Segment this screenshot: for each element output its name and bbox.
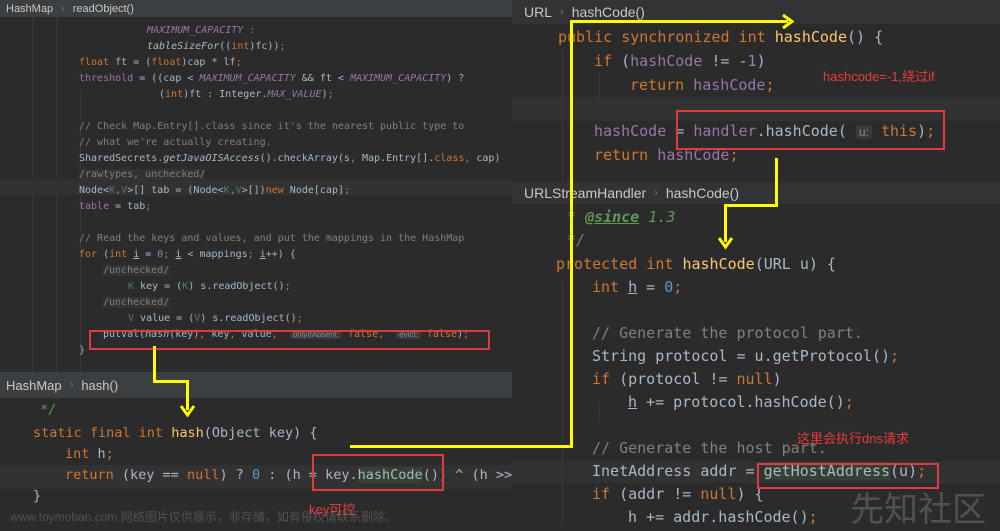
code-line: if (protocol != null) xyxy=(592,370,782,388)
code-comment: // Generate the host part. xyxy=(592,439,827,457)
flow-arrow-segment xyxy=(775,158,778,206)
code-line: tableSizeFor((int)fc)); xyxy=(147,41,286,52)
code-area[interactable]: public synchronized int hashCode() { if … xyxy=(512,24,1000,182)
editor-panel-url-hashcode: URL › hashCode() public synchronized int… xyxy=(512,0,1000,182)
code-line: h += protocol.hashCode(); xyxy=(628,393,854,411)
breadcrumb: URLStreamHandler › hashCode() xyxy=(512,182,1000,204)
code-line: public synchronized int hashCode() { xyxy=(558,28,884,46)
flow-arrow-segment xyxy=(153,380,189,383)
code-line: SharedSecrets.getJavaOISAccess().checkAr… xyxy=(79,153,501,164)
code-line: /unchecked/ xyxy=(103,265,170,276)
editor-panel-readobject: HashMap › readObject() MAXIMUM_CAPACITY … xyxy=(0,0,512,372)
code-line: /unchecked/ xyxy=(103,297,170,308)
code-comment: // Generate the protocol part. xyxy=(592,324,863,342)
code-line: h += addr.hashCode(); xyxy=(628,508,818,525)
code-comment: */ xyxy=(40,402,57,418)
code-comment: * @since 1.3 xyxy=(567,208,676,226)
code-line: for (int i = 0; i < mappings; i++) { xyxy=(79,249,296,260)
breadcrumb-class[interactable]: HashMap xyxy=(6,378,62,393)
code-line: return hashCode; xyxy=(630,76,775,94)
code-line: if (hashCode != -1) xyxy=(594,52,766,70)
breadcrumb-method[interactable]: hashCode() xyxy=(572,4,645,20)
highlight-box-key-hashcode xyxy=(312,454,444,491)
breadcrumb-method[interactable]: hashCode() xyxy=(666,185,739,201)
breadcrumb-separator-icon: › xyxy=(69,379,74,391)
code-line: float ft = (float)cap * lf; xyxy=(79,57,242,68)
code-line: MAXIMUM_CAPACITY : xyxy=(147,25,256,36)
arrow-down-icon xyxy=(717,237,734,250)
code-line: } xyxy=(79,345,86,356)
code-line: static final int hash(Object key) { xyxy=(33,425,318,441)
code-comment: // Check Map.Entry[].class since it's th… xyxy=(79,121,465,132)
code-area[interactable]: MAXIMUM_CAPACITY : tableSizeFor((int)fc)… xyxy=(0,17,512,372)
logo-watermark: 先知社区 xyxy=(850,491,986,529)
code-line: threshold = ((cap < MAXIMUM_CAPACITY && … xyxy=(79,73,465,84)
breadcrumb-separator-icon: › xyxy=(560,6,564,18)
highlight-box-handler-hashcode xyxy=(676,110,945,150)
code-line: } xyxy=(33,488,42,504)
flow-arrow-segment xyxy=(724,204,778,207)
highlight-box-putval xyxy=(89,330,490,350)
code-line: protected int hashCode(URL u) { xyxy=(556,255,836,273)
code-line: int h; xyxy=(65,446,114,462)
annotation-bypass-if: hashcode=-1,绕过if xyxy=(823,69,935,84)
code-line: K key = (K) s.readObject(); xyxy=(128,281,291,292)
annotation-dns-request: 这里会执行dns请求 xyxy=(797,431,909,446)
breadcrumb-method[interactable]: hash() xyxy=(81,378,118,393)
code-line: String protocol = u.getProtocol(); xyxy=(592,347,900,365)
code-comment: // what we're actually creating. xyxy=(79,137,272,148)
flow-arrow-segment xyxy=(570,20,788,23)
code-line: return (key == null) ? 0 : (h = key.hash… xyxy=(65,467,512,483)
code-line: int h = 0; xyxy=(592,278,683,296)
flow-arrow-segment xyxy=(153,346,156,382)
code-line: if (addr != null) { xyxy=(592,485,764,503)
code-comment: // Read the keys and values, and put the… xyxy=(79,233,465,244)
breadcrumb-class[interactable]: URLStreamHandler xyxy=(524,185,646,201)
arrow-down-icon xyxy=(179,405,196,418)
breadcrumb-separator-icon: › xyxy=(654,187,658,199)
code-line: table = tab; xyxy=(79,201,152,212)
code-line: (int)ft : Integer.MAX_VALUE); xyxy=(159,89,334,100)
arrow-right-icon xyxy=(782,13,795,30)
breadcrumb: HashMap › readObject() xyxy=(0,0,512,17)
flow-arrow-segment xyxy=(350,445,572,448)
code-line: V value = (V) s.readObject(); xyxy=(128,313,303,324)
breadcrumb: HashMap › hash() xyxy=(0,372,512,398)
footer-watermark: www.toymoban.com 网络图片仅供展示，非存储，如有侵权请联系删除。 xyxy=(10,510,397,524)
code-line: Node<K,V>[] tab = (Node<K,V>[])new Node[… xyxy=(79,185,351,196)
breadcrumb-class[interactable]: HashMap xyxy=(6,3,53,15)
code-line: /rawtypes, unchecked/ xyxy=(79,169,206,180)
breadcrumb-class[interactable]: URL xyxy=(524,4,552,20)
flow-arrow-segment xyxy=(570,20,573,448)
breadcrumb-method[interactable]: readObject() xyxy=(73,3,134,15)
editor-panel-hash: HashMap › hash() */ static final int has… xyxy=(0,372,512,525)
breadcrumb-separator-icon: › xyxy=(61,2,65,15)
